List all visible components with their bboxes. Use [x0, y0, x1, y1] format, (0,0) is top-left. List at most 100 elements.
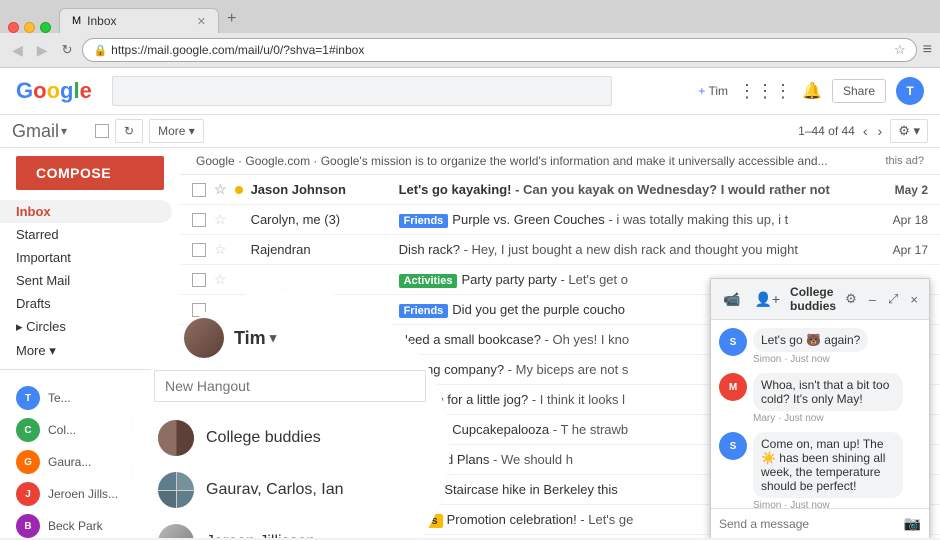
- email-row[interactable]: ☆ Jason Johnson Let's go kayaking! - Can…: [180, 175, 940, 205]
- plus-tim-label: + Tim: [698, 84, 728, 98]
- gmail-label-arrow: ▾: [61, 124, 67, 138]
- chat-body: S Let's go 🐻 again? Simon · Just now M W…: [711, 320, 929, 508]
- chat-header: 📹 👤+ College buddies ⚙ – ⤢ ×: [711, 279, 929, 320]
- hangout-list-item[interactable]: Gaurav, Carlos, Ian: [154, 464, 426, 516]
- popup-username: Tim ▾: [234, 328, 276, 349]
- contact-avatar: J: [16, 482, 40, 506]
- chat-expand-button[interactable]: ⤢: [885, 290, 901, 308]
- settings-button[interactable]: ⚙ ▾: [890, 119, 928, 143]
- refresh-button[interactable]: ↻: [115, 119, 143, 143]
- chat-bubble: Let's go 🐻 again?: [753, 328, 868, 352]
- star-icon[interactable]: ☆: [214, 181, 227, 198]
- sidebar-item-more[interactable]: More ▾: [0, 339, 172, 363]
- popup-list: College buddies Gaurav, Carlos, Ian: [154, 412, 426, 538]
- chat-window: 📹 👤+ College buddies ⚙ – ⤢ × S Let's go …: [710, 278, 930, 538]
- hangout-list-item[interactable]: Jeroen Jillissen: [154, 516, 426, 538]
- user-avatar[interactable]: T: [896, 77, 924, 105]
- sidebar-item-important[interactable]: Important: [0, 246, 172, 269]
- ad-bar: Google · Google.com · Google's mission i…: [180, 148, 940, 175]
- contact-label: Gaura...: [48, 455, 91, 469]
- hangout-search-input[interactable]: [154, 370, 426, 402]
- email-row[interactable]: ☆ Carolyn, me (3) FriendsPurple vs. Gree…: [180, 205, 940, 235]
- email-body: FriendsPurple vs. Green Couches - i was …: [399, 212, 880, 228]
- chat-avatar: M: [719, 373, 747, 401]
- contact-label: Beck Park: [48, 519, 103, 533]
- email-sender: Carolyn, me (3): [251, 212, 391, 227]
- maximize-button[interactable]: [40, 22, 51, 33]
- popup-user-avatar: [184, 318, 224, 358]
- next-page-button[interactable]: ›: [876, 121, 885, 141]
- chat-add-person-icon[interactable]: 👤+: [750, 289, 784, 310]
- reload-button[interactable]: ↻: [58, 40, 77, 60]
- chat-minimize-button[interactable]: –: [866, 291, 879, 308]
- contact-avatar: B: [16, 514, 40, 538]
- ad-tag[interactable]: this ad?: [885, 155, 924, 167]
- tab-close-icon[interactable]: ✕: [197, 15, 206, 28]
- minimize-button[interactable]: [24, 22, 35, 33]
- browser-menu-button[interactable]: ≡: [923, 41, 932, 59]
- gmail-label[interactable]: Gmail ▾: [12, 121, 67, 142]
- email-date: Apr 18: [888, 213, 928, 227]
- popup-dropdown-icon[interactable]: ▾: [270, 330, 277, 346]
- contact-avatar: T: [16, 386, 40, 410]
- chat-message: S Let's go 🐻 again? Simon · Just now: [719, 328, 921, 365]
- chat-avatar: S: [719, 328, 747, 356]
- new-tab-button[interactable]: +: [219, 5, 244, 33]
- browser-tab-inbox[interactable]: M Inbox ✕: [59, 8, 219, 33]
- share-button[interactable]: Share: [832, 79, 886, 103]
- chat-video-icon[interactable]: 📹: [719, 289, 744, 310]
- popup-item-name: College buddies: [206, 429, 321, 447]
- chat-bubble-wrap: Whoa, isn't that a bit too cold? It's on…: [753, 373, 921, 424]
- tab-title: Inbox: [87, 14, 191, 28]
- sidebar-item-inbox[interactable]: Inbox: [0, 200, 172, 223]
- toolbar-right: 1–44 of 44 ‹ › ⚙ ▾: [798, 119, 928, 143]
- close-button[interactable]: [8, 22, 19, 33]
- tab-favicon: M: [72, 15, 81, 27]
- star-icon[interactable]: ☆: [214, 241, 227, 258]
- notifications-icon[interactable]: 🔔: [802, 81, 822, 101]
- chat-settings-icon[interactable]: ⚙: [842, 290, 860, 308]
- forward-button[interactable]: ▶: [33, 40, 52, 61]
- content-area: COMPOSE Inbox Starred Important Sent Mai…: [0, 148, 940, 538]
- back-button[interactable]: ◀: [8, 40, 27, 61]
- select-all-checkbox[interactable]: [95, 124, 109, 138]
- email-row[interactable]: ☆ Rajendran Dish rack? - Hey, I just bou…: [180, 235, 940, 265]
- sidebar-item-starred[interactable]: Starred: [0, 223, 172, 246]
- lock-icon: 🔒: [93, 44, 107, 57]
- star-icon[interactable]: ☆: [214, 211, 227, 228]
- star-icon[interactable]: ☆: [214, 271, 227, 288]
- contact-label: Te...: [48, 391, 71, 405]
- email-checkbox[interactable]: [192, 183, 206, 197]
- email-checkbox[interactable]: [192, 243, 206, 257]
- email-date: Apr 17: [888, 243, 928, 257]
- popup-item-name: Gaurav, Carlos, Ian: [206, 481, 344, 499]
- email-checkbox[interactable]: [192, 213, 206, 227]
- chat-message: S Come on, man up! The ☀️ has been shini…: [719, 432, 921, 508]
- sidebar-item-circles[interactable]: ▸ Circles: [0, 315, 172, 339]
- url-bar[interactable]: 🔒 https://mail.google.com/mail/u/0/?shva…: [82, 38, 916, 62]
- email-checkbox[interactable]: [192, 273, 206, 287]
- chat-bubble: Whoa, isn't that a bit too cold? It's on…: [753, 373, 903, 411]
- email-sender: Jason Johnson: [251, 182, 391, 197]
- email-body: Let's go kayaking! - Can you kayak on We…: [399, 182, 880, 197]
- hangout-list-item[interactable]: College buddies: [154, 412, 426, 464]
- chat-time: Mary · Just now: [753, 413, 921, 424]
- bookmark-icon[interactable]: ☆: [894, 42, 906, 58]
- gmail-app: Google + Tim ⋮⋮⋮ 🔔 Share T Gmail ▾ ↻ Mor…: [0, 68, 940, 538]
- email-date: May 2: [888, 183, 928, 197]
- chat-title: College buddies: [790, 285, 836, 313]
- address-bar: ◀ ▶ ↻ 🔒 https://mail.google.com/mail/u/0…: [0, 33, 940, 67]
- ad-text: Google · Google.com · Google's mission i…: [196, 154, 828, 168]
- traffic-lights: [8, 22, 51, 33]
- more-button[interactable]: More ▾: [149, 119, 204, 143]
- prev-page-button[interactable]: ‹: [861, 121, 870, 141]
- gmail-label-text: Gmail: [12, 121, 59, 142]
- sidebar-item-sent[interactable]: Sent Mail: [0, 269, 172, 292]
- search-input[interactable]: [112, 76, 612, 106]
- apps-icon[interactable]: ⋮⋮⋮: [738, 81, 792, 102]
- chat-close-button[interactable]: ×: [907, 291, 921, 308]
- chat-camera-icon[interactable]: 📷: [904, 515, 921, 532]
- sidebar-item-drafts[interactable]: Drafts: [0, 292, 172, 315]
- compose-button[interactable]: COMPOSE: [16, 156, 164, 190]
- chat-message-input[interactable]: [719, 517, 898, 531]
